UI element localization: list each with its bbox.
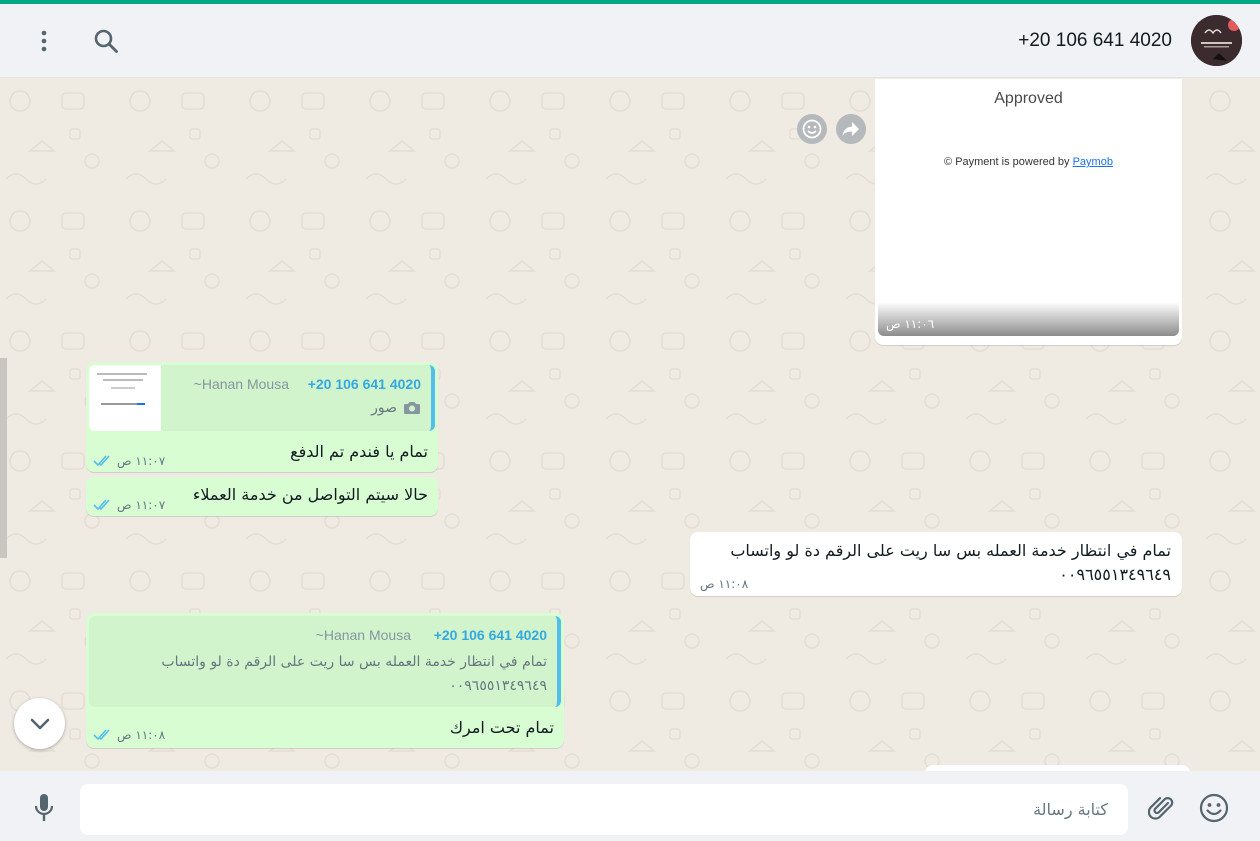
outgoing-message[interactable]: حالا سيتم التواصل من خدمة العملاء ١١:٠٧ … bbox=[86, 477, 438, 516]
payment-status: Approved bbox=[994, 90, 1063, 107]
contact-name[interactable]: +20 106 641 4020 bbox=[1018, 30, 1172, 52]
paymob-link[interactable]: Paymob bbox=[1073, 156, 1113, 168]
quoted-message[interactable]: +20 106 641 4020 ~Hanan Mousa تمام في ان… bbox=[89, 616, 561, 707]
chat-area[interactable]: Approved © Payment is powered by Paymob … bbox=[0, 79, 1260, 771]
message-time: ١١:٠٨ ص bbox=[117, 728, 166, 742]
contact-avatar[interactable] bbox=[1191, 15, 1242, 66]
mic-icon[interactable] bbox=[28, 792, 60, 824]
message-text: تمام تحت امرك bbox=[449, 718, 554, 737]
chevron-down-icon bbox=[30, 718, 49, 729]
payment-image-message[interactable]: Approved © Payment is powered by Paymob … bbox=[875, 79, 1182, 345]
left-scroll-indicator bbox=[0, 358, 7, 558]
react-emoji-button[interactable] bbox=[797, 114, 827, 144]
message-text-line1: تمام في انتظار خدمة العمله بس سا ريت على… bbox=[730, 541, 1171, 560]
message-time: ١١:٠٧ ص bbox=[117, 498, 166, 512]
quoted-text-line1: تمام في انتظار خدمة العمله بس سا ريت على… bbox=[161, 654, 547, 670]
camera-icon bbox=[404, 402, 420, 414]
quoted-sender-phone: +20 106 641 4020 bbox=[433, 627, 547, 643]
incoming-message[interactable]: تمام في انتظار خدمة العمله بس سا ريت على… bbox=[690, 532, 1182, 596]
forward-button[interactable] bbox=[836, 114, 866, 144]
message-text: حالا سيتم التواصل من خدمة العملاء bbox=[192, 485, 428, 504]
powered-by-text: © Payment is powered by bbox=[944, 156, 1070, 168]
read-ticks-icon bbox=[93, 499, 110, 511]
message-text-line2: ٠٠٩٦٥٥١٣٤٩٦٤٩ bbox=[1059, 565, 1171, 584]
quoted-sender-name: ~Hanan Mousa bbox=[193, 376, 289, 392]
message-input[interactable] bbox=[80, 784, 1128, 835]
quoted-text-line2: ٠٠٩٦٥٥١٣٤٩٦٤٩ bbox=[449, 678, 547, 694]
menu-dots-icon[interactable] bbox=[29, 26, 59, 56]
quoted-image-thumbnail bbox=[89, 365, 161, 431]
attach-icon[interactable] bbox=[1146, 792, 1178, 824]
read-ticks-icon bbox=[93, 729, 110, 741]
read-ticks-icon bbox=[93, 455, 110, 467]
scroll-to-bottom-button[interactable] bbox=[14, 698, 65, 749]
message-time: ١١:٠٧ ص bbox=[117, 454, 166, 468]
message-text: تمام يا فندم تم الدفع bbox=[290, 442, 428, 461]
quoted-media-label: صور bbox=[371, 400, 421, 416]
outgoing-reply-message[interactable]: +20 106 641 4020 ~Hanan Mousa تمام في ان… bbox=[86, 613, 564, 748]
quoted-sender-phone: +20 106 641 4020 bbox=[307, 376, 421, 392]
emoji-icon[interactable] bbox=[1198, 792, 1230, 824]
quoted-sender-name: ~Hanan Mousa bbox=[315, 627, 411, 643]
search-icon[interactable] bbox=[91, 26, 121, 56]
payment-image[interactable]: Approved © Payment is powered by Paymob … bbox=[878, 79, 1179, 336]
message-time: ١١:٠٦ ص bbox=[886, 317, 935, 331]
compose-bar bbox=[0, 771, 1260, 841]
outgoing-reply-message[interactable]: +20 106 641 4020 ~Hanan Mousa صور تمام ي… bbox=[86, 362, 438, 472]
quoted-message[interactable]: +20 106 641 4020 ~Hanan Mousa صور bbox=[89, 365, 435, 431]
payment-powered-by: © Payment is powered by Paymob bbox=[878, 156, 1179, 168]
chat-header: +20 106 641 4020 bbox=[0, 4, 1260, 78]
message-input-container[interactable] bbox=[80, 784, 1128, 835]
quoted-media-text: صور bbox=[371, 400, 397, 416]
message-time: ١١:٠٨ ص bbox=[700, 577, 749, 591]
